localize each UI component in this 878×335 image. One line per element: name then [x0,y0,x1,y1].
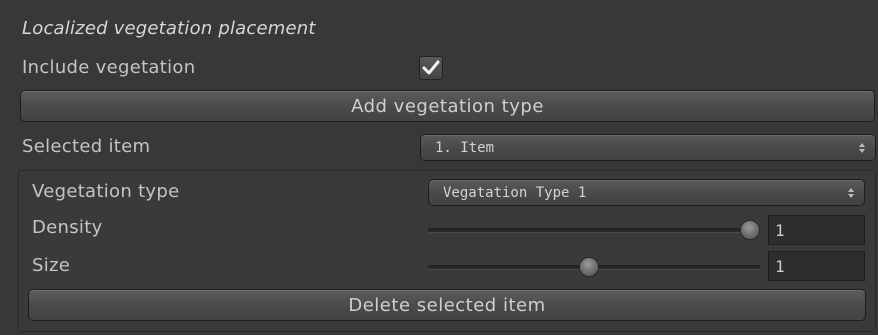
size-label: Size [32,255,71,276]
delete-selected-item-button[interactable]: Delete selected item [28,289,866,321]
selected-item-label: Selected item [22,136,151,157]
selected-item-dropdown[interactable]: 1. Item [420,134,876,161]
add-vegetation-type-button[interactable]: Add vegetation type [20,90,875,122]
density-label: Density [32,217,103,238]
size-slider-thumb[interactable] [579,257,599,277]
vegetation-type-value: Vegatation Type 1 [443,184,587,201]
size-value-field[interactable]: 1 [768,251,865,281]
selected-item-value: 1. Item [435,139,495,156]
up-down-arrows-icon [848,187,854,198]
include-vegetation-label: Include vegetation [22,57,196,78]
checkmark-icon [422,60,440,75]
vegetation-inspector-panel: Localized vegetation placement Include v… [0,0,878,335]
density-value-field[interactable]: 1 [768,215,865,245]
vegetation-type-label: Vegetation type [32,181,180,202]
section-title: Localized vegetation placement [22,18,316,39]
include-vegetation-checkbox[interactable] [419,56,443,80]
density-slider-track[interactable] [428,228,760,233]
density-slider-thumb[interactable] [740,220,760,240]
vegetation-type-dropdown[interactable]: Vegatation Type 1 [428,179,865,206]
up-down-arrows-icon [859,142,865,153]
